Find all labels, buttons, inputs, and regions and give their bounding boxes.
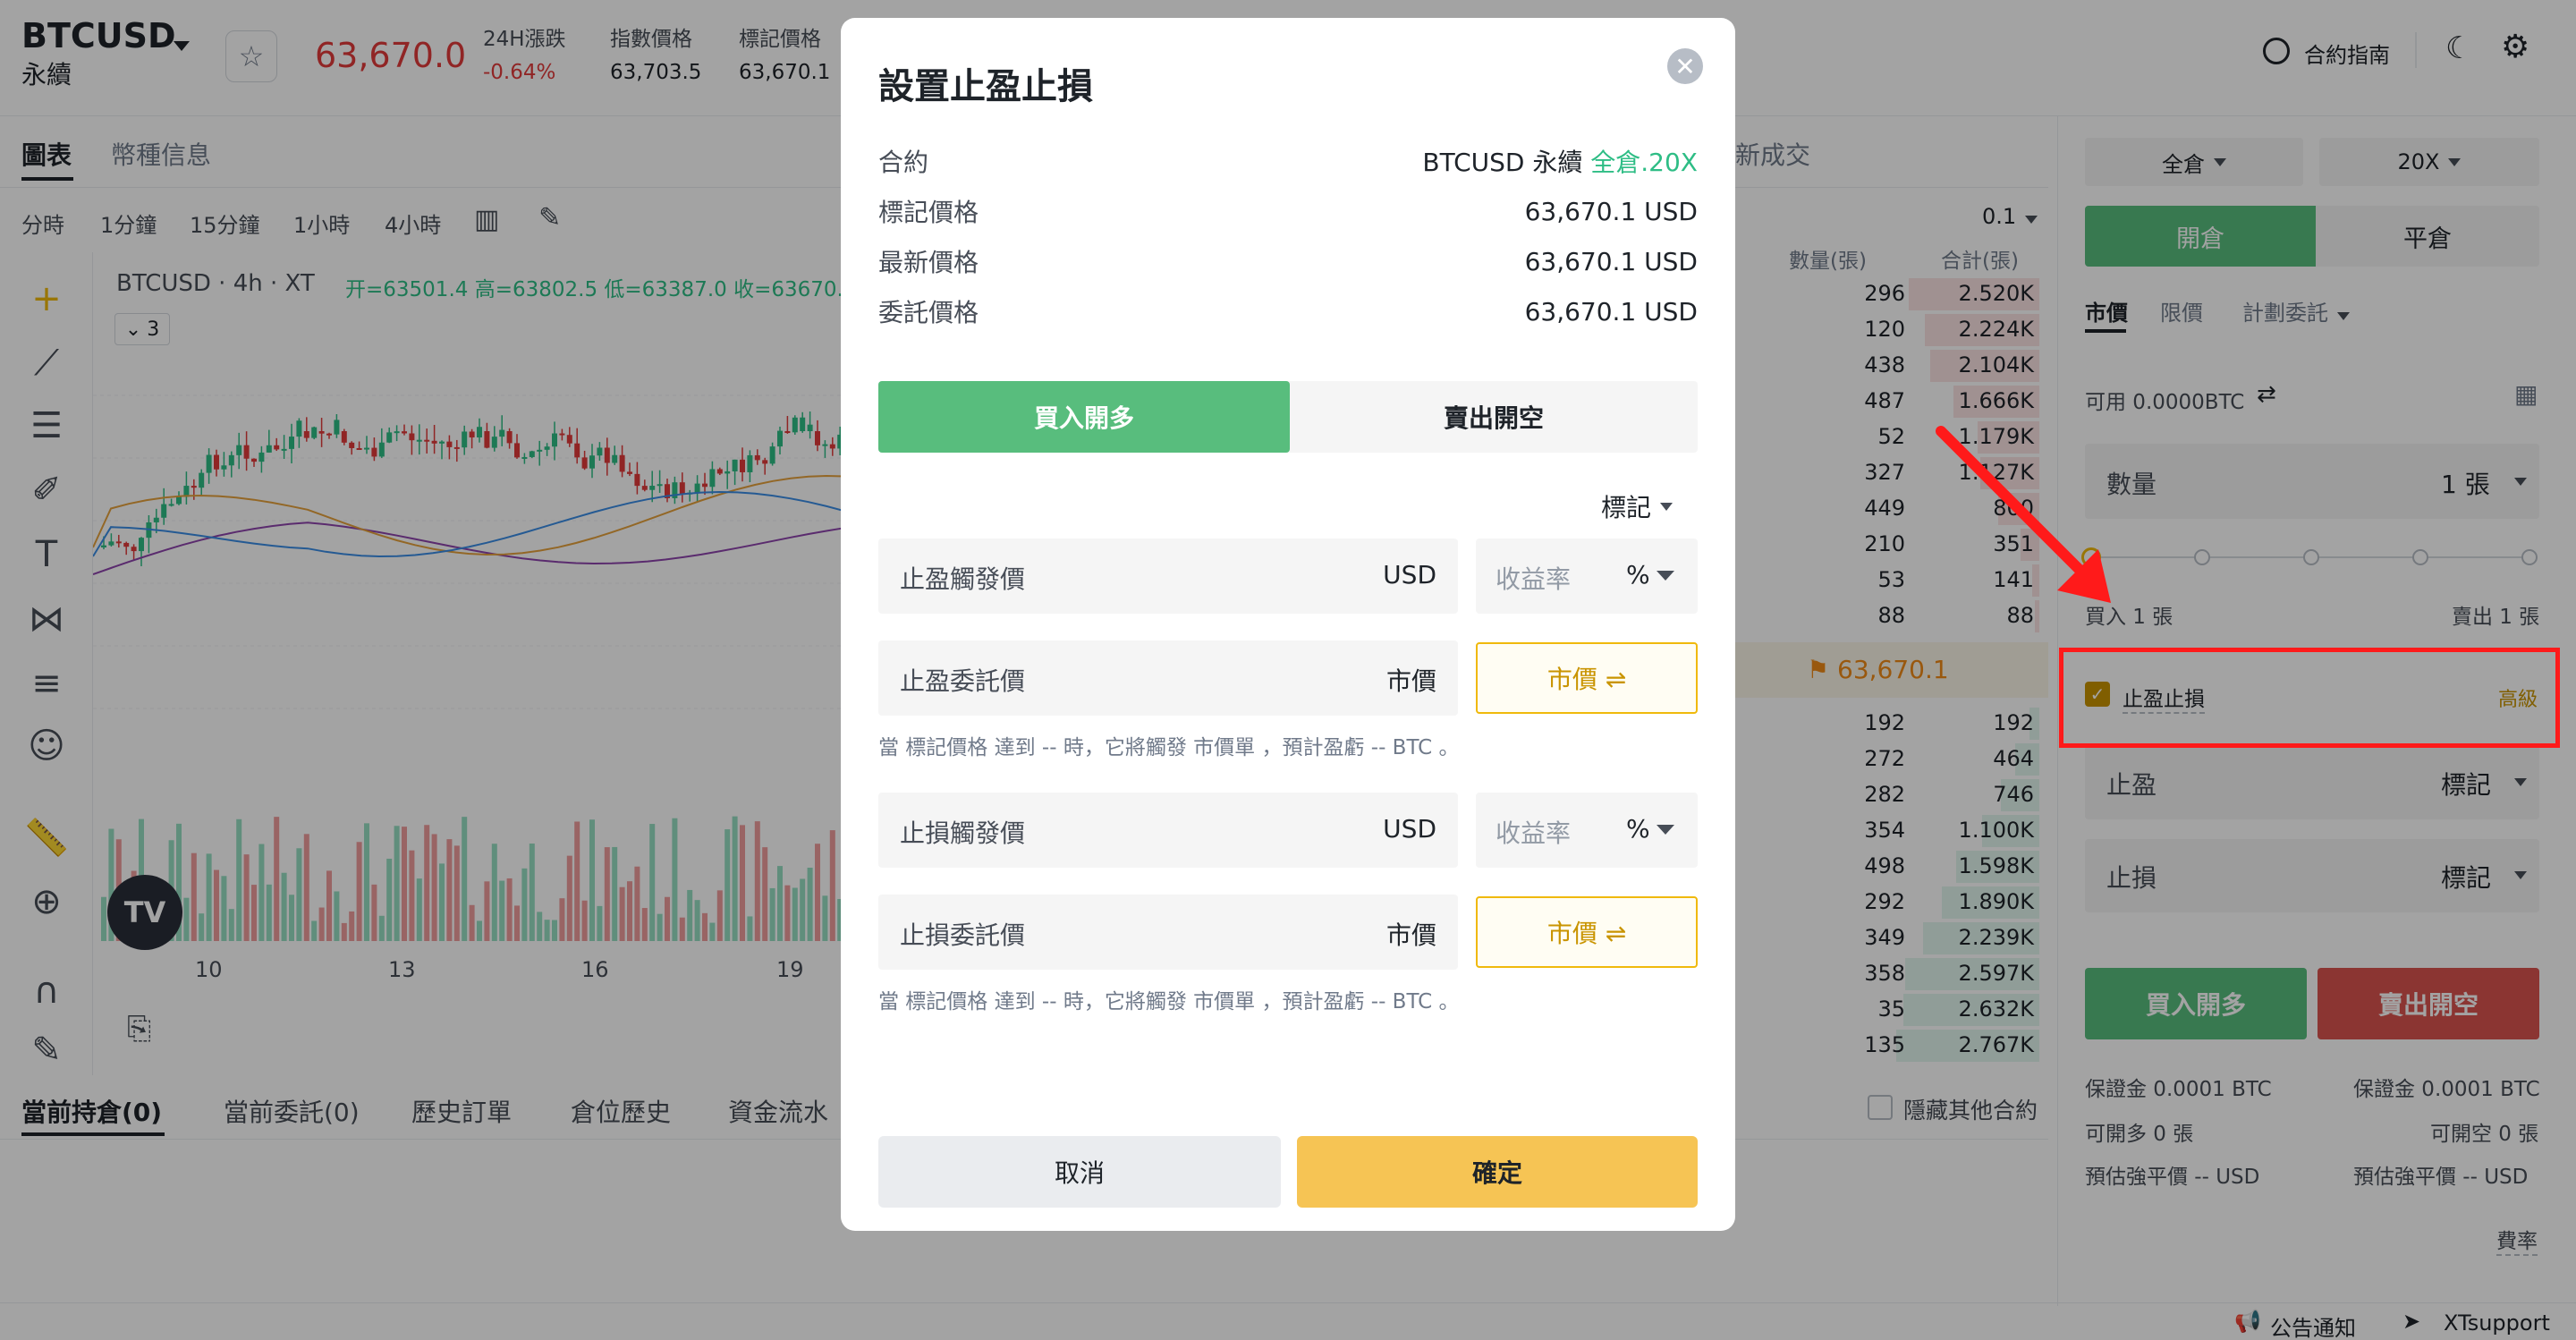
info-row-order: 委託價格 63,670.1 USD <box>878 293 1698 329</box>
yield-unit: % <box>1626 560 1650 589</box>
tpsl-modal: 設置止盈止損 ✕ 合約 BTCUSD 永續 全倉.20X 標記價格 63,670… <box>841 18 1735 1231</box>
cancel-button[interactable]: 取消 <box>878 1136 1281 1208</box>
tp-trigger-input[interactable]: 止盈觸發價 USD <box>878 539 1458 614</box>
tab-buy-long[interactable]: 買入開多 <box>878 381 1290 453</box>
modal-title: 設置止盈止損 <box>878 66 1093 107</box>
margin-leverage: 全倉.20X <box>1590 148 1698 177</box>
close-icon[interactable]: ✕ <box>1667 48 1703 84</box>
tab-sell-short[interactable]: 賣出開空 <box>1290 381 1698 453</box>
chevron-down-icon <box>1660 502 1674 511</box>
info-value: 63,670.1 USD <box>1524 296 1698 327</box>
info-value: 63,670.1 USD <box>1524 196 1698 226</box>
tp-hint: 當 標記價格 達到 -- 時，它將觸發 市價單 ，預計盈虧 -- BTC 。 <box>878 736 1460 759</box>
price-type-value: 標記 <box>1601 493 1652 522</box>
tp-trigger-label: 止盈觸發價 <box>900 564 1026 594</box>
info-row-mark: 標記價格 63,670.1 USD <box>878 193 1698 229</box>
direction-tabs: 買入開多 賣出開空 <box>878 381 1698 453</box>
info-key: 最新價格 <box>878 248 979 277</box>
sl-trigger-input[interactable]: 止損觸發價 USD <box>878 793 1458 868</box>
sl-trigger-label: 止損觸發價 <box>900 818 1026 848</box>
unit-label: 市價 <box>1385 920 1436 950</box>
unit-label: 市價 <box>1385 666 1436 696</box>
price-type-select[interactable]: 標記 <box>1601 488 1674 524</box>
info-value: BTCUSD 永續 <box>1422 148 1583 177</box>
unit-label: USD <box>1383 814 1436 844</box>
confirm-button[interactable]: 確定 <box>1297 1136 1698 1208</box>
sl-hint: 當 標記價格 達到 -- 時，它將觸發 市價單 ，預計盈虧 -- BTC 。 <box>878 990 1460 1013</box>
info-key: 合約 <box>878 148 929 177</box>
unit-label: USD <box>1383 560 1436 589</box>
info-value: 63,670.1 USD <box>1524 246 1698 276</box>
info-key: 委託價格 <box>878 298 979 327</box>
tp-order-label: 止盈委託價 <box>900 666 1026 696</box>
chevron-down-icon <box>1657 571 1674 581</box>
sl-market-toggle[interactable]: 市價 ⇌ <box>1476 896 1698 968</box>
yield-label: 收益率 <box>1496 564 1572 594</box>
info-key: 標記價格 <box>878 198 979 227</box>
chevron-down-icon <box>1657 825 1674 835</box>
info-row-latest: 最新價格 63,670.1 USD <box>878 243 1698 279</box>
highlight-box <box>2059 648 2560 748</box>
annotation-arrow-icon <box>1936 426 2111 603</box>
yield-unit: % <box>1626 814 1650 844</box>
tp-order-input[interactable]: 止盈委託價 市價 <box>878 640 1458 716</box>
tp-yield-select[interactable]: 收益率 % <box>1476 539 1698 614</box>
yield-label: 收益率 <box>1496 818 1572 848</box>
info-row-contract: 合約 BTCUSD 永續 全倉.20X <box>878 143 1698 179</box>
tp-market-toggle[interactable]: 市價 ⇌ <box>1476 642 1698 714</box>
sl-order-input[interactable]: 止損委託價 市價 <box>878 895 1458 970</box>
sl-yield-select[interactable]: 收益率 % <box>1476 793 1698 868</box>
sl-order-label: 止損委託價 <box>900 920 1026 950</box>
